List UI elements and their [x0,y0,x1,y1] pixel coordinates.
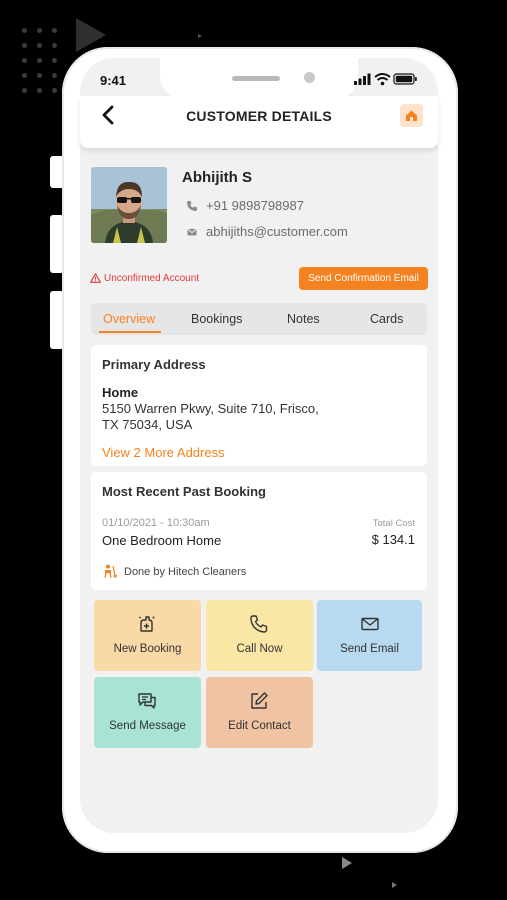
active-tab-indicator [99,331,161,333]
tab-overview[interactable]: Overview [103,312,155,326]
status-icons [354,72,418,86]
dot-grid-decoration [22,28,62,108]
unconfirmed-account-label: Unconfirmed Account [90,273,199,284]
view-more-address-link[interactable]: View 2 More Address [102,445,225,460]
camera-dot [304,72,315,83]
address-line-1: 5150 Warren Pkwy, Suite 710, Frisco, [102,401,319,416]
send-email-label: Send Email [340,643,399,655]
address-line-2: TX 75034, USA [102,417,193,432]
home-icon [406,110,417,121]
page-title: CUSTOMER DETAILS [186,108,332,124]
primary-address-heading: Primary Address [102,357,206,372]
call-now-label: Call Now [236,643,283,655]
booking-provider: Done by Hitech Cleaners [102,564,246,578]
customer-email-text: abhijiths@customer.com [206,224,348,239]
address-label: Home [102,385,139,400]
tab-bar: Overview Bookings Notes Cards [91,303,427,335]
new-booking-button[interactable]: New Booking [94,600,201,671]
edit-contact-button[interactable]: Edit Contact [206,677,313,748]
triangle-decoration [198,34,202,38]
triangle-decoration [342,857,352,869]
tab-bookings[interactable]: Bookings [191,312,242,326]
message-icon [138,693,156,709]
app-header: CUSTOMER DETAILS [80,96,438,148]
booking-service: One Bedroom Home [102,533,222,548]
phone-icon [250,615,268,633]
total-cost-label: Total Cost [372,518,415,529]
booking-amount: $ 134.1 [371,532,415,547]
home-button[interactable] [400,104,423,127]
phone-notch [160,57,358,101]
booking-provider-text: Done by Hitech Cleaners [124,566,247,578]
edit-contact-label: Edit Contact [228,720,291,732]
new-booking-icon [139,616,155,632]
speaker-grille [232,76,280,81]
tab-cards[interactable]: Cards [370,312,403,326]
send-message-label: Send Message [109,720,186,732]
new-booking-label: New Booking [113,643,182,655]
wifi-icon [374,73,391,86]
send-message-button[interactable]: Send Message [94,677,201,748]
customer-name: Abhijith S [182,169,252,186]
recent-booking-card[interactable]: Most Recent Past Booking 01/10/2021 - 10… [91,472,427,590]
triangle-decoration [392,882,397,888]
avatar [91,167,167,243]
signal-icon [354,73,371,85]
mail-icon [187,229,197,236]
status-time: 9:41 [100,73,127,88]
call-now-button[interactable]: Call Now [206,600,313,671]
recent-booking-heading: Most Recent Past Booking [102,484,266,499]
booking-datetime: 01/10/2021 - 10:30am [102,517,210,529]
send-email-button[interactable]: Send Email [317,600,422,671]
unconfirmed-account-text: Unconfirmed Account [104,273,200,284]
battery-icon [393,73,417,85]
primary-address-card: Primary Address Home 5150 Warren Pkwy, S… [91,345,427,466]
send-confirmation-email-button[interactable]: Send Confirmation Email [299,267,428,290]
cleaner-icon [104,564,117,578]
customer-phone-text: +91 9898798987 [206,198,304,213]
warning-icon [90,273,101,283]
tab-notes[interactable]: Notes [287,312,320,326]
mail-icon [361,617,379,631]
edit-icon [251,692,268,709]
phone-icon [187,201,197,211]
